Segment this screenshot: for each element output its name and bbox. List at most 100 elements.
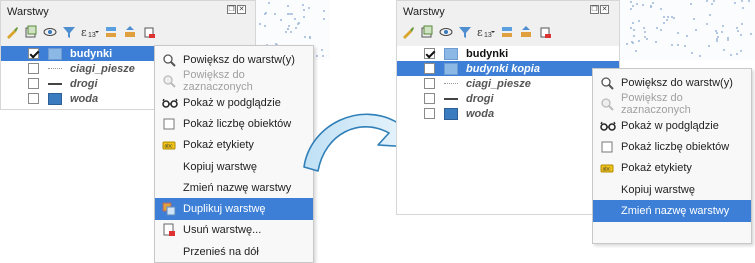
layer-visibility-checkbox[interactable] bbox=[424, 108, 435, 119]
map-feature bbox=[285, 31, 287, 33]
layer-name: woda bbox=[70, 92, 99, 105]
layer-visibility-checkbox[interactable] bbox=[424, 63, 435, 74]
expand-all-icon[interactable] bbox=[500, 25, 514, 39]
remove-layer-toolbar-icon[interactable] bbox=[142, 25, 156, 39]
layer-visibility-checkbox[interactable] bbox=[28, 48, 39, 59]
map-feature bbox=[740, 34, 742, 36]
map-feature bbox=[646, 38, 648, 40]
layer-name: budynki bbox=[70, 47, 113, 60]
svg-text:ε: ε bbox=[477, 26, 483, 39]
map-feature bbox=[709, 14, 711, 16]
layer-name: ciagi_piesze bbox=[466, 77, 531, 90]
layer-row[interactable]: woda bbox=[397, 106, 619, 121]
map-feature bbox=[288, 25, 290, 27]
layer-name: budynki kopia bbox=[466, 62, 540, 75]
menu-item[interactable]: Usuń warstwę... bbox=[155, 219, 313, 241]
float-panel-icon[interactable]: ❐ bbox=[590, 5, 599, 14]
menu-item[interactable]: Powiększ do warstw(y) bbox=[155, 49, 313, 71]
layer-name: ciagi_piesze bbox=[70, 62, 135, 75]
map-feature bbox=[303, 9, 305, 11]
visibility-eye-icon[interactable] bbox=[439, 25, 453, 39]
visibility-eye-icon[interactable] bbox=[43, 25, 57, 39]
map-feature bbox=[295, 27, 297, 29]
map-canvas[interactable] bbox=[618, 0, 755, 60]
layer-symbol-icon bbox=[48, 47, 62, 60]
map-feature bbox=[727, 39, 729, 41]
menu-item[interactable]: abc Pokaż etykiety bbox=[593, 157, 751, 179]
map-feature bbox=[736, 27, 738, 29]
layer-visibility-checkbox[interactable] bbox=[424, 93, 435, 104]
svg-text:13: 13 bbox=[88, 32, 96, 39]
menu-item[interactable]: Pokaż liczbę obiektów bbox=[593, 136, 751, 158]
menu-item[interactable]: Zmień nazwę warstwy bbox=[593, 199, 751, 222]
layer-row[interactable]: budynki kopia bbox=[397, 61, 619, 76]
collapse-all-icon[interactable] bbox=[123, 25, 137, 39]
map-feature bbox=[642, 4, 644, 6]
map-feature bbox=[289, 13, 291, 15]
map-feature bbox=[663, 16, 665, 18]
menu-item-label: Pokaż w podglądzie bbox=[183, 96, 281, 109]
context-menu: Powiększ do warstw(y) Powiększ do zaznacz… bbox=[592, 68, 752, 244]
map-feature bbox=[630, 1, 632, 3]
float-panel-icon[interactable]: ❐ bbox=[227, 5, 236, 14]
collapse-all-icon[interactable] bbox=[519, 25, 533, 39]
map-feature bbox=[309, 36, 311, 38]
map-feature bbox=[626, 43, 628, 45]
svg-text:abc: abc bbox=[165, 144, 174, 150]
layer-tree: budynki budynki kopia ciagi_piesze drogi wod… bbox=[397, 46, 619, 214]
menu-item[interactable]: Przenieś na dół bbox=[155, 241, 313, 263]
style-brush-icon[interactable] bbox=[401, 25, 415, 39]
menu-item-label: Kopiuj warstwę bbox=[621, 183, 695, 196]
map-feature bbox=[652, 2, 654, 4]
map-feature bbox=[737, 30, 739, 32]
map-feature bbox=[638, 40, 640, 42]
map-feature bbox=[740, 50, 742, 52]
layers-toolbar: ε 13 bbox=[401, 25, 552, 39]
map-feature bbox=[677, 44, 679, 46]
expression-filter-icon[interactable]: ε 13 bbox=[477, 25, 495, 39]
map-feature bbox=[259, 23, 261, 25]
map-feature bbox=[660, 8, 662, 10]
map-feature bbox=[265, 12, 267, 14]
expand-all-icon[interactable] bbox=[104, 25, 118, 39]
layer-row[interactable]: budynki bbox=[397, 46, 619, 61]
layer-row[interactable]: ciagi_piesze bbox=[397, 76, 619, 91]
zoom-selected-icon bbox=[600, 97, 614, 112]
map-feature bbox=[734, 2, 736, 4]
menu-item[interactable]: Powiększ do warstw(y) bbox=[593, 72, 751, 94]
panel-controls: ❐ ✕ bbox=[590, 5, 609, 14]
remove-layer-toolbar-icon[interactable] bbox=[538, 25, 552, 39]
layer-row[interactable]: drogi bbox=[397, 91, 619, 106]
layer-visibility-checkbox[interactable] bbox=[424, 78, 435, 89]
map-feature bbox=[638, 20, 640, 22]
menu-item[interactable]: Pokaż w podglądzie bbox=[593, 115, 751, 137]
map-feature bbox=[666, 19, 668, 21]
map-feature bbox=[727, 37, 729, 39]
menu-item-label: Powiększ do warstw(y) bbox=[183, 54, 295, 66]
style-brush-icon[interactable] bbox=[5, 25, 19, 39]
expression-filter-icon[interactable]: ε 13 bbox=[81, 25, 99, 39]
layer-visibility-checkbox[interactable] bbox=[28, 63, 39, 74]
layer-symbol-icon bbox=[444, 97, 458, 100]
filter-icon[interactable] bbox=[62, 25, 76, 39]
add-group-icon[interactable] bbox=[420, 25, 434, 39]
map-feature bbox=[686, 35, 688, 37]
map-feature bbox=[302, 4, 304, 6]
map-feature bbox=[287, 5, 289, 7]
menu-item-label: Powiększ do zaznaczonych bbox=[183, 69, 253, 94]
panel-title: Warstwy bbox=[7, 6, 49, 18]
close-panel-icon[interactable]: ✕ bbox=[237, 5, 246, 14]
close-panel-icon[interactable]: ✕ bbox=[600, 5, 609, 14]
add-group-icon[interactable] bbox=[24, 25, 38, 39]
layer-visibility-checkbox[interactable] bbox=[28, 78, 39, 89]
layer-name: woda bbox=[466, 107, 495, 120]
svg-text:ε: ε bbox=[81, 26, 87, 39]
menu-item[interactable]: Duplikuj warstwę bbox=[155, 198, 313, 221]
map-feature bbox=[741, 23, 743, 25]
layer-symbol-icon bbox=[444, 62, 458, 75]
layer-visibility-checkbox[interactable] bbox=[424, 48, 435, 59]
menu-item[interactable]: Kopiuj warstwę bbox=[593, 179, 751, 201]
menu-item-label: Zmień nazwę warstwy bbox=[183, 181, 292, 194]
layer-visibility-checkbox[interactable] bbox=[28, 93, 39, 104]
filter-icon[interactable] bbox=[458, 25, 472, 39]
